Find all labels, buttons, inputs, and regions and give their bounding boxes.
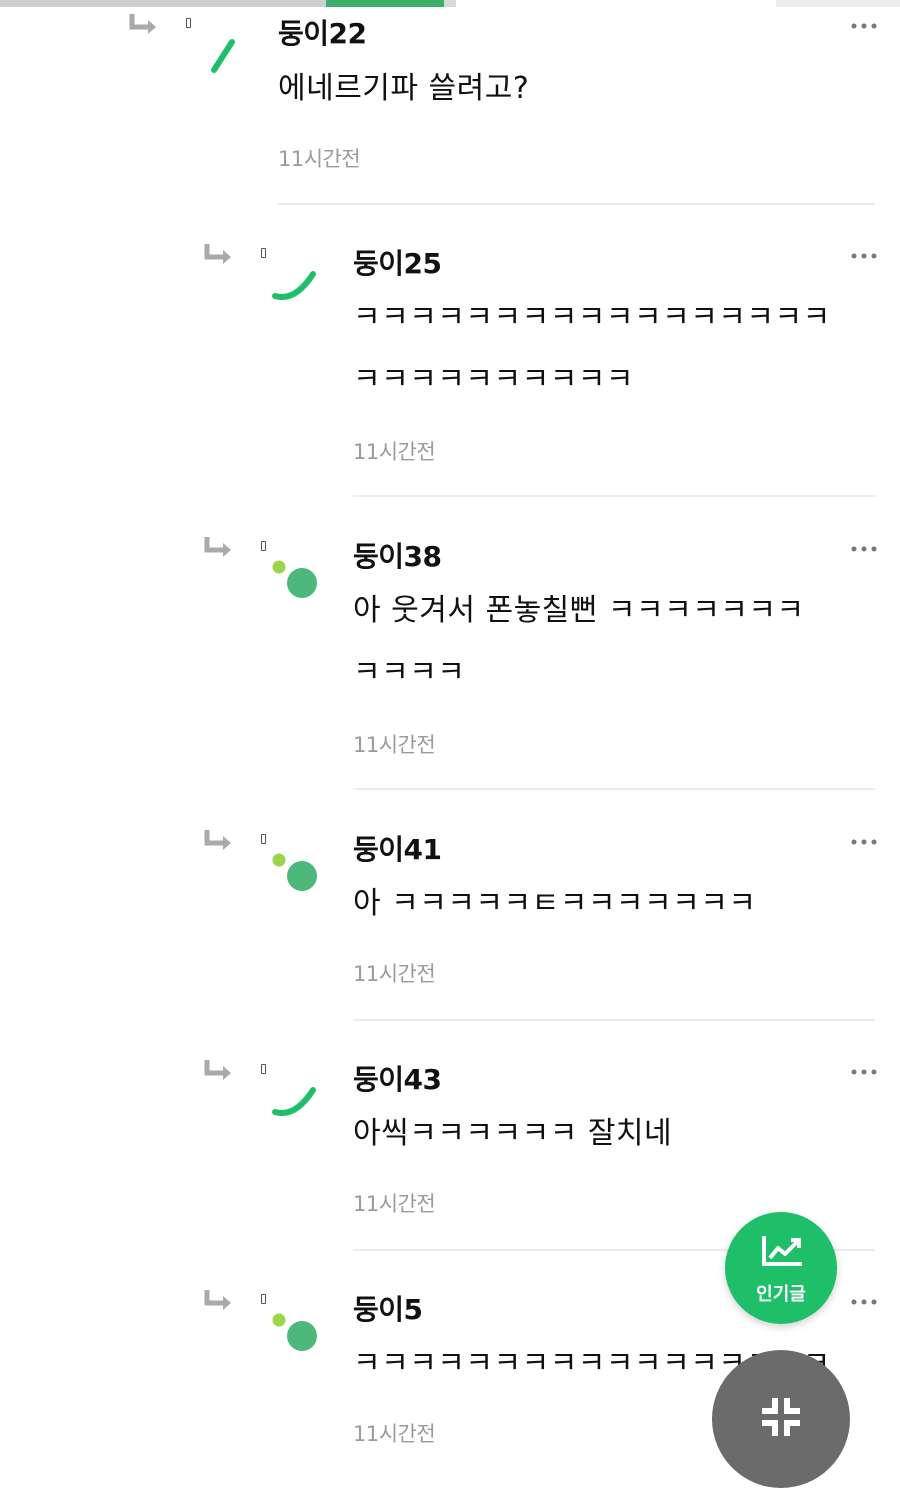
- more-options-icon[interactable]: [851, 1068, 877, 1076]
- more-options-icon[interactable]: [851, 838, 877, 846]
- reply-arrow-icon: [204, 830, 231, 850]
- divider: [353, 788, 875, 790]
- small-icon: [261, 248, 266, 258]
- avatar[interactable]: [265, 553, 325, 613]
- reply-arrow-icon: [204, 1060, 231, 1080]
- comment-text: 아 ㅋㅋㅋㅋㅋㅌㅋㅋㅋㅋㅋㅋㅋ: [353, 886, 757, 921]
- comment-time: 11시간전: [353, 733, 436, 757]
- collapse-arrows-icon: [762, 1398, 800, 1436]
- avatar[interactable]: [265, 1076, 325, 1136]
- small-icon: [186, 18, 191, 28]
- more-options-icon[interactable]: [851, 252, 877, 260]
- comment-author[interactable]: 둥이38: [353, 535, 442, 575]
- more-options-icon[interactable]: [851, 545, 877, 553]
- comment-author[interactable]: 둥이41: [353, 828, 442, 868]
- avatar[interactable]: [265, 260, 325, 320]
- divider: [353, 495, 875, 497]
- more-options-icon[interactable]: [851, 1298, 877, 1306]
- comment-text: 아씩ㅋㅋㅋㅋㅋㅋ 잘치네: [353, 1116, 673, 1151]
- popular-posts-label: 인기글: [756, 1284, 806, 1305]
- top-tab-indicator-bar: [0, 0, 900, 7]
- reply-arrow-icon: [204, 1290, 231, 1310]
- avatar[interactable]: [265, 1306, 325, 1366]
- comment-time: 11시간전: [353, 440, 436, 464]
- small-icon: [261, 1294, 266, 1304]
- trending-chart-icon: [762, 1236, 802, 1266]
- comment-text: 에네르기파 쓸려고?: [278, 71, 530, 106]
- divider: [278, 203, 875, 205]
- comment-author[interactable]: 둥이25: [353, 242, 442, 282]
- comment-text: ㅋㅋㅋㅋㅋㅋㅋㅋㅋㅋㅋㅋㅋㅋㅋㅋㅋ ㅋㅋㅋㅋㅋㅋㅋㅋㅋㅋ: [353, 300, 831, 397]
- comment-text: 아 웃겨서 폰놓칠뻔 ㅋㅋㅋㅋㅋㅋㅋ ㅋㅋㅋㅋ: [353, 593, 805, 690]
- comment-author[interactable]: 둥이22: [278, 12, 367, 52]
- reply-arrow-icon: [204, 537, 231, 557]
- comment-time: 11시간전: [353, 1422, 436, 1446]
- comment-time: 11시간전: [278, 147, 361, 171]
- small-icon: [261, 541, 266, 551]
- comment-time: 11시간전: [353, 1192, 436, 1216]
- comment-author[interactable]: 둥이43: [353, 1058, 442, 1098]
- small-icon: [261, 834, 266, 844]
- comment-time: 11시간전: [353, 962, 436, 986]
- small-icon: [261, 1064, 266, 1074]
- reply-arrow-icon: [129, 14, 156, 34]
- more-options-icon[interactable]: [851, 22, 877, 30]
- reply-arrow-icon: [204, 244, 231, 264]
- popular-posts-button[interactable]: 인기글: [725, 1212, 837, 1324]
- divider: [353, 1019, 875, 1021]
- avatar[interactable]: [265, 846, 325, 906]
- comment-author[interactable]: 둥이5: [353, 1288, 423, 1328]
- avatar[interactable]: [200, 30, 260, 90]
- collapse-button[interactable]: [712, 1350, 850, 1488]
